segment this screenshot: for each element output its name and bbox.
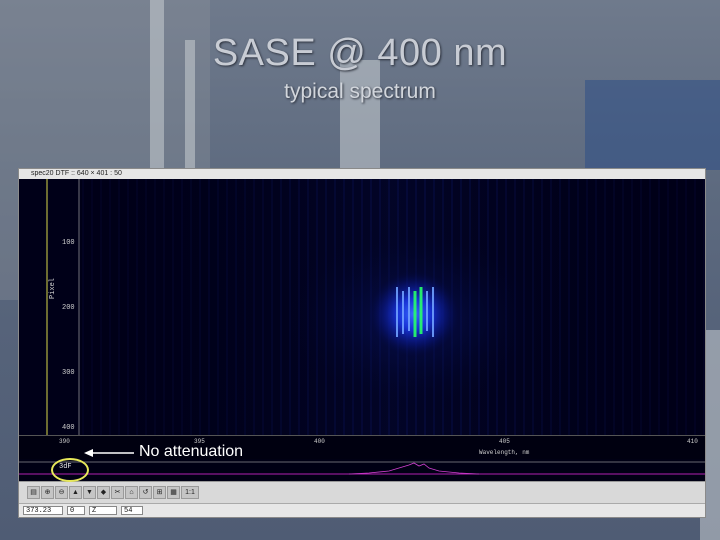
highlight-circle (51, 458, 89, 482)
annotation-label: No attenuation (139, 443, 244, 460)
annotation-arrow (84, 449, 134, 457)
